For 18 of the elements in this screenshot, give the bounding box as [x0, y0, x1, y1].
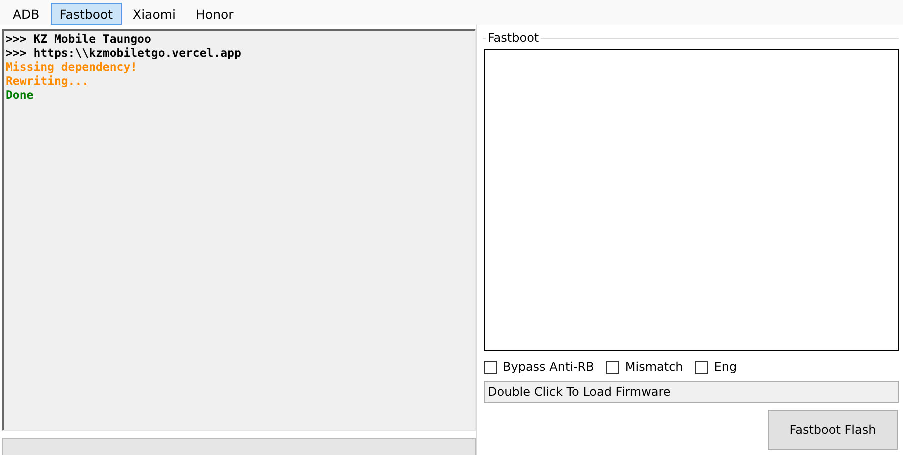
log-line: Missing dependency!	[6, 60, 139, 74]
checkbox[interactable]	[606, 360, 620, 374]
tab[interactable]: ADB	[4, 3, 49, 25]
log-line: >>> KZ Mobile Taungoo	[6, 32, 152, 46]
tab[interactable]: Honor	[187, 3, 243, 25]
checkbox-label: Mismatch	[625, 360, 684, 374]
tab[interactable]: Fastboot	[50, 3, 122, 25]
log-line: Done	[6, 88, 35, 102]
checkbox[interactable]	[484, 360, 497, 374]
checkbox-label: Eng	[714, 360, 738, 374]
group-title: Fastboot	[487, 31, 540, 45]
firmware-field[interactable]: Double Click To Load Firmware	[484, 381, 899, 403]
checkbox-label: Bypass Anti-RB	[503, 360, 594, 374]
log-line: Rewriting...	[6, 74, 90, 88]
log-line: >>> https:\\kzmobiletgo.vercel.app	[6, 46, 242, 60]
tab[interactable]: Xiaomi	[124, 3, 186, 25]
checkbox[interactable]	[695, 360, 708, 374]
fastboot-flash-button[interactable]: Fastboot Flash	[768, 410, 898, 450]
